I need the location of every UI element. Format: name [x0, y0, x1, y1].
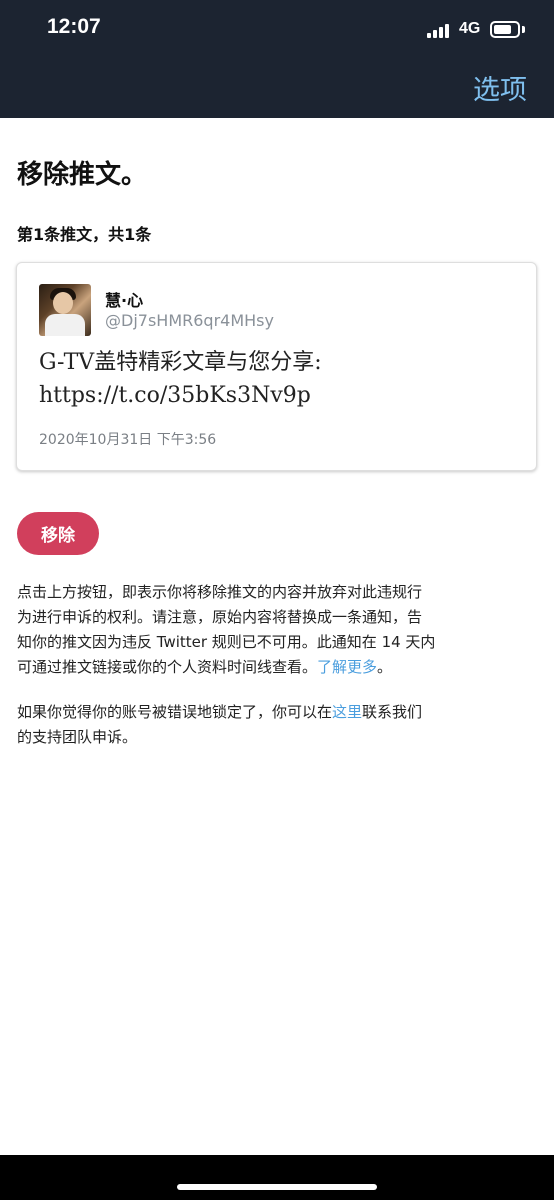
- appeal-line: 如果你觉得你的账号被错误地锁定了，你可以在这里联系我们: [17, 700, 532, 725]
- tweet-card[interactable]: 慧·心 @Dj7sHMR6qr4MHsy G-TV盖特精彩文章与您分享: htt…: [16, 262, 537, 471]
- options-button[interactable]: 选项: [473, 68, 527, 107]
- user-handle: @Dj7sHMR6qr4MHsy: [105, 311, 274, 330]
- battery-icon: [490, 21, 520, 38]
- home-indicator[interactable]: [177, 1184, 377, 1190]
- top-bar: 12:07 4G 选项: [0, 0, 554, 118]
- network-type: 4G: [459, 20, 481, 37]
- battery-tip: [522, 26, 525, 33]
- info-line: 点击上方按钮，即表示你将移除推文的内容并放弃对此违规行: [17, 583, 423, 601]
- page-title: 移除推文。: [17, 160, 148, 190]
- appeal-text: 如果你觉得你的账号被错误地锁定了，你可以在: [17, 703, 333, 721]
- tweet-count: 第1条推文，共1条: [17, 225, 152, 244]
- info-text: 。: [377, 658, 393, 676]
- signal-icon: [427, 22, 451, 38]
- display-name: 慧·心: [105, 291, 144, 310]
- here-link[interactable]: 这里: [332, 703, 362, 721]
- appeal-line: 的支持团队申诉。: [17, 728, 138, 746]
- info-line: 知你的推文因为违反 Twitter 规则已不可用。此通知在 14 天内: [17, 633, 436, 651]
- tweet-text-line1: G-TV盖特精彩文章与您分享:: [39, 350, 322, 375]
- appeal-text: 联系我们: [362, 703, 423, 721]
- info-line: 为进行申诉的权利。请注意，原始内容将替换成一条通知，告: [17, 608, 423, 626]
- appeal-paragraph: 如果你觉得你的账号被错误地锁定了，你可以在这里联系我们 的支持团队申诉。: [17, 700, 532, 750]
- tweet-timestamp: 2020年10月31日 下午3:56: [39, 432, 217, 448]
- info-line: 可通过推文链接或你的个人资料时间线查看。了解更多。: [17, 655, 532, 680]
- info-paragraph: 点击上方按钮，即表示你将移除推文的内容并放弃对此违规行 为进行申诉的权利。请注意…: [17, 580, 532, 680]
- learn-more-link[interactable]: 了解更多: [317, 658, 377, 676]
- status-time: 12:07: [47, 15, 101, 38]
- tweet-text: G-TV盖特精彩文章与您分享: https://t.co/35bKs3Nv9p: [39, 346, 519, 412]
- avatar: [39, 284, 91, 336]
- bottom-bar: [0, 1155, 554, 1200]
- tweet-link[interactable]: https://t.co/35bKs3Nv9p: [39, 379, 519, 412]
- info-text: 可通过推文链接或你的个人资料时间线查看。: [17, 658, 318, 676]
- remove-button[interactable]: 移除: [17, 512, 99, 555]
